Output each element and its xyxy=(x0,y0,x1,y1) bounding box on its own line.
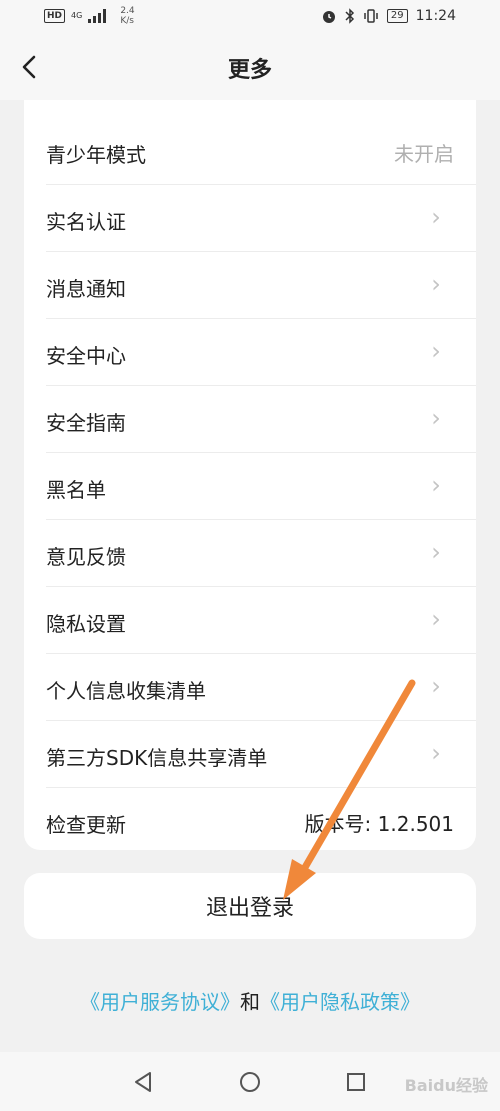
setting-row-feedback[interactable]: 意见反馈 › xyxy=(46,520,476,587)
chevron-right-icon: › xyxy=(431,404,441,432)
nav-recents-button[interactable] xyxy=(344,1070,368,1094)
logout-button[interactable]: 退出登录 xyxy=(24,873,476,939)
chevron-right-icon: › xyxy=(431,203,441,231)
chevron-right-icon: › xyxy=(431,672,441,700)
setting-row-blacklist[interactable]: 黑名单 › xyxy=(46,453,476,520)
setting-label: 隐私设置 xyxy=(46,612,126,636)
circle-home-icon xyxy=(240,1072,260,1092)
network-type: 4G xyxy=(71,11,83,20)
settings-card: 青少年模式 未开启 实名认证 › 消息通知 › 安全中心 › 安全指南 › 黑名… xyxy=(24,100,476,850)
chevron-right-icon: › xyxy=(431,337,441,365)
clock: 11:24 xyxy=(415,8,456,24)
chevron-right-icon: › xyxy=(431,471,441,499)
chevron-right-icon: › xyxy=(431,605,441,633)
network-speed: 2.4 K/s xyxy=(120,6,135,26)
setting-row-real-name[interactable]: 实名认证 › xyxy=(46,185,476,252)
setting-label: 安全中心 xyxy=(46,344,126,368)
nav-home-button[interactable] xyxy=(238,1070,262,1094)
battery-icon: 29 xyxy=(386,9,408,23)
privacy-policy-link[interactable]: 《用户隐私政策》 xyxy=(260,990,420,1014)
chevron-right-icon: › xyxy=(431,270,441,298)
setting-row-notifications[interactable]: 消息通知 › xyxy=(46,252,476,319)
signal-icon xyxy=(88,9,107,23)
hd-badge: HD xyxy=(44,9,66,23)
setting-label: 第三方SDK信息共享清单 xyxy=(46,746,268,770)
setting-label: 安全指南 xyxy=(46,411,126,435)
watermark-logo: Baidu经验 xyxy=(404,1076,488,1095)
setting-label: 意见反馈 xyxy=(46,545,126,569)
version-number: 版本号: 1.2.501 xyxy=(304,812,454,836)
setting-row-personal-info-list[interactable]: 个人信息收集清单 › xyxy=(46,654,476,721)
setting-row-check-update[interactable]: 检查更新 版本号: 1.2.501 xyxy=(46,788,476,854)
triangle-back-icon xyxy=(135,1072,151,1092)
setting-label: 消息通知 xyxy=(46,277,126,301)
bluetooth-icon xyxy=(345,8,354,24)
alarm-icon xyxy=(322,11,335,23)
setting-label: 黑名单 xyxy=(46,478,106,502)
page-title: 更多 xyxy=(227,58,272,83)
setting-label: 检查更新 xyxy=(46,813,126,837)
setting-row-security-guide[interactable]: 安全指南 › xyxy=(46,386,476,453)
setting-value: 未开启 xyxy=(394,142,454,166)
setting-row-security-center[interactable]: 安全中心 › xyxy=(46,319,476,386)
square-recents-icon xyxy=(347,1073,365,1091)
setting-row-youth-mode[interactable]: 青少年模式 未开启 xyxy=(46,118,476,185)
nav-back-button[interactable] xyxy=(131,1070,155,1094)
setting-label: 青少年模式 xyxy=(46,143,146,167)
chevron-right-icon: › xyxy=(431,739,441,767)
setting-row-privacy[interactable]: 隐私设置 › xyxy=(46,587,476,654)
agreement-links: 《用户服务协议》和《用户隐私政策》 xyxy=(0,986,500,1015)
setting-label: 个人信息收集清单 xyxy=(46,679,206,703)
conjunction-text: 和 xyxy=(240,990,260,1014)
setting-row-third-party-sdk[interactable]: 第三方SDK信息共享清单 › xyxy=(46,721,476,788)
user-service-agreement-link[interactable]: 《用户服务协议》 xyxy=(80,990,240,1014)
header: 更多 xyxy=(0,36,500,100)
setting-label: 实名认证 xyxy=(46,210,126,234)
vibrate-icon xyxy=(364,9,378,23)
chevron-right-icon: › xyxy=(431,538,441,566)
status-bar: HD 4G 2.4 K/s 29 11:24 xyxy=(0,0,500,36)
